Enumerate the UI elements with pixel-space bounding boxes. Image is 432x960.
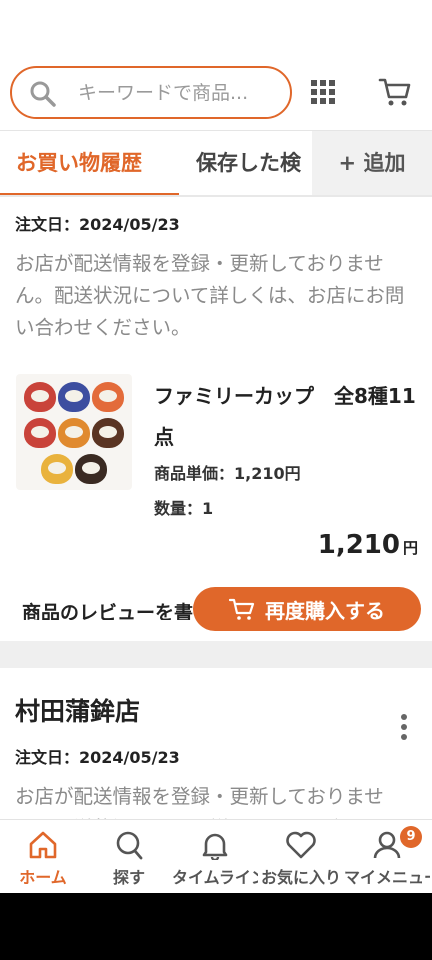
nav-favorites-label: お気に入り bbox=[260, 868, 341, 887]
cart-icon[interactable] bbox=[378, 76, 412, 108]
screen: お買い物履歴 保存した検 + 追加 注文日：2024/05/23 お店が配送情報… bbox=[0, 0, 432, 893]
user-icon bbox=[373, 831, 401, 859]
order-total: 1,210 円 bbox=[318, 530, 418, 560]
order-date: 注文日：2024/05/23 bbox=[15, 215, 180, 234]
grid-icon[interactable] bbox=[310, 79, 336, 105]
write-review-link[interactable]: 商品のレビューを書く bbox=[22, 598, 222, 620]
rebuy-label: 再度購入する bbox=[265, 598, 385, 623]
nav-home-label: ホーム bbox=[19, 868, 67, 887]
unit-price: 商品単価：1,210円 bbox=[154, 464, 301, 483]
rebuy-button[interactable]: 再度購入する bbox=[193, 587, 421, 631]
more-options-icon[interactable] bbox=[398, 713, 410, 741]
add-tab-button[interactable]: + 追加 bbox=[312, 131, 432, 195]
nav-my-menu-label: マイメニュー bbox=[344, 868, 430, 887]
bottom-navigation: ホーム 探す タイムライン お気に入り マイメニュ bbox=[0, 819, 432, 893]
nav-timeline-label: タイムライン bbox=[172, 868, 258, 887]
search-input[interactable] bbox=[78, 74, 284, 112]
cart-icon bbox=[229, 598, 255, 620]
shipping-notice: お店が配送情報を登録・更新しておりません。配送状況について詳しくは、お店にお問い… bbox=[15, 252, 405, 339]
search-bar[interactable] bbox=[10, 66, 292, 119]
tab-purchase-history[interactable]: お買い物履歴 bbox=[16, 147, 142, 177]
total-amount: 1,210 bbox=[317, 530, 400, 560]
quantity: 数量：1 bbox=[154, 499, 214, 518]
total-currency: 円 bbox=[402, 539, 418, 557]
home-icon bbox=[29, 831, 57, 859]
tab-saved-search[interactable]: 保存した検 bbox=[196, 147, 301, 177]
shop-name[interactable]: 村田蒲鉾店 bbox=[15, 692, 140, 728]
tab-bar: お買い物履歴 保存した検 + 追加 bbox=[0, 130, 432, 197]
nav-timeline[interactable]: タイムライン bbox=[172, 820, 258, 893]
order-date: 注文日：2024/05/23 bbox=[15, 748, 180, 767]
nav-home[interactable]: ホーム bbox=[0, 820, 86, 893]
nav-favorites[interactable]: お気に入り bbox=[258, 820, 344, 893]
nav-search-label: 探す bbox=[112, 868, 145, 887]
section-divider bbox=[0, 641, 432, 668]
heart-icon bbox=[286, 831, 316, 859]
product-title[interactable]: ファミリーカップ 全8種11点 bbox=[154, 376, 424, 458]
tab-active-indicator bbox=[0, 193, 179, 195]
search-icon bbox=[30, 81, 56, 107]
nav-search[interactable]: 探す bbox=[86, 820, 172, 893]
search-icon bbox=[116, 831, 143, 860]
notification-badge: 9 bbox=[400, 826, 422, 848]
bell-icon bbox=[202, 833, 228, 860]
product-thumbnail[interactable] bbox=[16, 374, 132, 490]
